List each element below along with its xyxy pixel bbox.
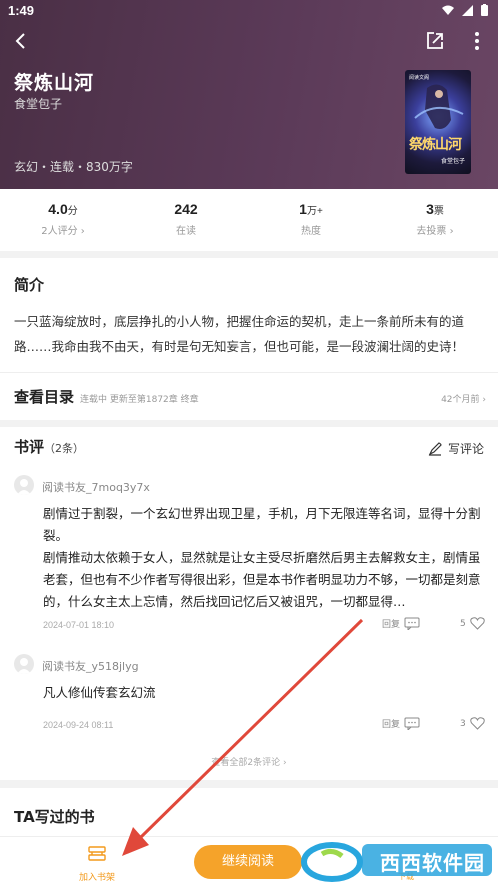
stat-votes-value: 3 — [426, 201, 434, 217]
continue-reading-button[interactable]: 继续阅读 — [194, 845, 302, 879]
comment-icon — [404, 617, 420, 630]
other-books-section: TA写过的书 — [0, 788, 498, 836]
reply-button[interactable]: 回复 — [382, 617, 420, 630]
toc-updated: 42个月前 › — [441, 395, 486, 405]
review-text[interactable]: 凡人修仙传套玄幻流 — [43, 682, 489, 704]
heart-icon — [470, 717, 485, 730]
stat-reading: 242 在读 — [141, 201, 231, 237]
like-button[interactable]: 5 — [460, 617, 485, 630]
reviews-title: 书评（2条） — [14, 436, 84, 457]
add-to-shelf-button[interactable]: 加入书架 — [70, 845, 124, 883]
back-arrow-icon[interactable] — [10, 30, 32, 52]
intro-text[interactable]: 一只蓝海绽放时，底层挣扎的小人物，把握住命运的契机，走上一条前所未有的道路……我… — [14, 309, 486, 359]
toc-subtitle: 连载中 更新至第1872章 终章 — [80, 395, 199, 405]
stat-votes[interactable]: 3票 去投票 › — [390, 201, 480, 237]
like-button[interactable]: 3 — [460, 717, 485, 730]
stats-bar: 4.0分 2人评分 › 242 在读 1万+ 热度 3票 去投票 › — [0, 189, 498, 251]
battery-icon — [481, 4, 488, 16]
system-icons — [442, 4, 488, 16]
stat-popularity-value: 1 — [299, 201, 307, 217]
write-review-label: 写评论 — [447, 442, 484, 456]
top-navbar — [0, 30, 498, 54]
status-time: 1:49 — [8, 3, 35, 18]
intro-section: 简介 一只蓝海绽放时，底层挣扎的小人物，把握住命运的契机，走上一条前所未有的道路… — [0, 258, 498, 420]
add-to-shelf-label: 加入书架 — [78, 873, 115, 883]
book-title: 祭炼山河 — [14, 72, 95, 94]
watermark-logo: 西西软件园 — [300, 838, 495, 882]
review-date: 2024-07-01 18:10 — [43, 620, 115, 630]
book-cover[interactable]: 阅读文阁 祭炼山河 食堂包子 — [405, 70, 471, 174]
toc-row[interactable]: 查看目录 连载中 更新至第1872章 终章 42个月前 › — [0, 373, 498, 420]
review-text[interactable]: 剧情过于割裂，一个玄幻世界出现卫星，手机，月下无限连等名词，显得十分割裂。 剧情… — [43, 503, 489, 613]
bookshelf-icon — [88, 846, 106, 861]
watermark-text: 西西软件园 — [380, 851, 485, 875]
avatar-placeholder-icon — [17, 479, 31, 495]
like-count: 3 — [460, 718, 466, 729]
stat-rating[interactable]: 4.0分 2人评分 › — [18, 201, 108, 237]
reply-button[interactable]: 回复 — [382, 717, 420, 730]
avatar-placeholder-icon — [17, 658, 31, 674]
view-all-reviews-link[interactable]: 查看全部2条评论 › — [0, 755, 498, 768]
more-vertical-icon[interactable] — [472, 30, 482, 52]
cover-title: 祭炼山河 — [409, 137, 462, 153]
pen-icon — [428, 441, 442, 456]
intro-title: 简介 — [14, 276, 45, 294]
stat-rating-label: 2人评分 › — [41, 226, 85, 237]
status-bar: 1:49 — [0, 0, 498, 22]
other-books-title: TA写过的书 — [14, 808, 95, 826]
reply-label: 回复 — [382, 620, 401, 630]
stat-popularity-unit: 万+ — [306, 206, 323, 217]
toc-title: 查看目录 — [14, 388, 75, 406]
reviews-title-text: 书评 — [14, 438, 45, 456]
stat-rating-value: 4.0 — [48, 201, 68, 217]
write-review-button[interactable]: 写评论 — [428, 440, 484, 457]
review-author[interactable]: 阅读书友_7moq3y7x — [42, 479, 150, 495]
comment-icon — [404, 717, 420, 730]
stat-reading-label: 在读 — [176, 226, 196, 237]
stat-popularity-label: 热度 — [301, 226, 321, 237]
reviews-count: （2条） — [44, 442, 85, 455]
book-meta: 玄幻・连载・830万字 — [14, 160, 133, 174]
avatar[interactable] — [14, 654, 34, 674]
reply-label: 回复 — [382, 720, 401, 730]
heart-icon — [470, 617, 485, 630]
stat-votes-unit: 票 — [433, 206, 444, 217]
book-header: 1:49 祭炼山河 食堂包子 玄幻・连载・830万字 阅读文阁 祭炼山河 食堂包… — [0, 0, 498, 189]
stat-rating-unit: 分 — [67, 206, 78, 217]
like-count: 5 — [460, 618, 466, 629]
stat-reading-value: 242 — [174, 201, 198, 217]
signal-icon — [462, 4, 473, 16]
book-author[interactable]: 食堂包子 — [14, 95, 62, 112]
review-date: 2024-09-24 08:11 — [43, 720, 114, 730]
wifi-icon — [442, 5, 454, 15]
reviews-section: 书评（2条） 写评论 阅读书友_7moq3y7x 剧情过于割裂，一个玄幻世界出现… — [0, 427, 498, 780]
stat-votes-label: 去投票 › — [416, 226, 454, 237]
review-author[interactable]: 阅读书友_y518jlyg — [42, 658, 139, 674]
avatar[interactable] — [14, 475, 34, 495]
stat-popularity: 1万+ 热度 — [266, 201, 356, 237]
share-icon[interactable] — [424, 30, 446, 52]
cover-author: 食堂包子 — [440, 158, 465, 165]
